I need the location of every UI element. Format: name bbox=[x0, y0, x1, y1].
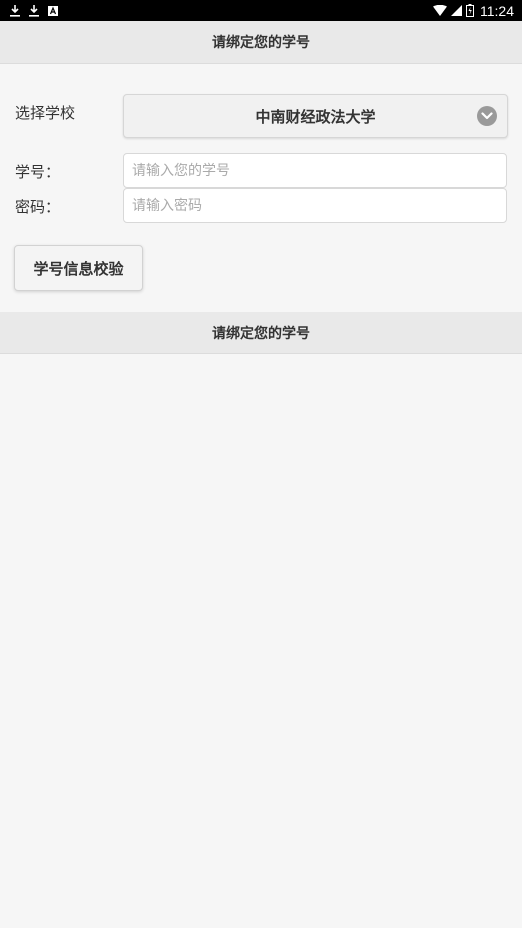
status-bar-right: 11:24 bbox=[433, 3, 514, 19]
password-input[interactable] bbox=[123, 188, 507, 223]
chevron-down-icon bbox=[477, 106, 497, 126]
notification-a-icon bbox=[48, 5, 58, 16]
school-select-value: 中南财经政法大学 bbox=[255, 107, 376, 126]
battery-icon bbox=[466, 4, 474, 17]
status-bar-time: 11:24 bbox=[480, 2, 514, 19]
student-id-label: 学号： bbox=[15, 163, 61, 181]
status-bar: 11:24 bbox=[0, 0, 522, 21]
page-title: 请绑定您的学号 bbox=[0, 21, 522, 64]
download-icon bbox=[29, 4, 39, 17]
school-label: 选择学校 bbox=[15, 104, 76, 122]
download-icon bbox=[10, 4, 20, 17]
content-area bbox=[0, 354, 522, 928]
bind-form: 选择学校 中南财经政法大学 学号： 密码： 学号信息校验 bbox=[0, 64, 522, 312]
password-label: 密码： bbox=[15, 198, 61, 216]
signal-icon bbox=[451, 5, 462, 16]
school-select[interactable]: 中南财经政法大学 bbox=[123, 94, 508, 138]
wifi-icon bbox=[433, 5, 447, 16]
section-title: 请绑定您的学号 bbox=[0, 312, 522, 354]
student-id-input[interactable] bbox=[123, 153, 507, 188]
status-bar-left bbox=[10, 4, 58, 17]
verify-student-id-button[interactable]: 学号信息校验 bbox=[14, 245, 143, 291]
